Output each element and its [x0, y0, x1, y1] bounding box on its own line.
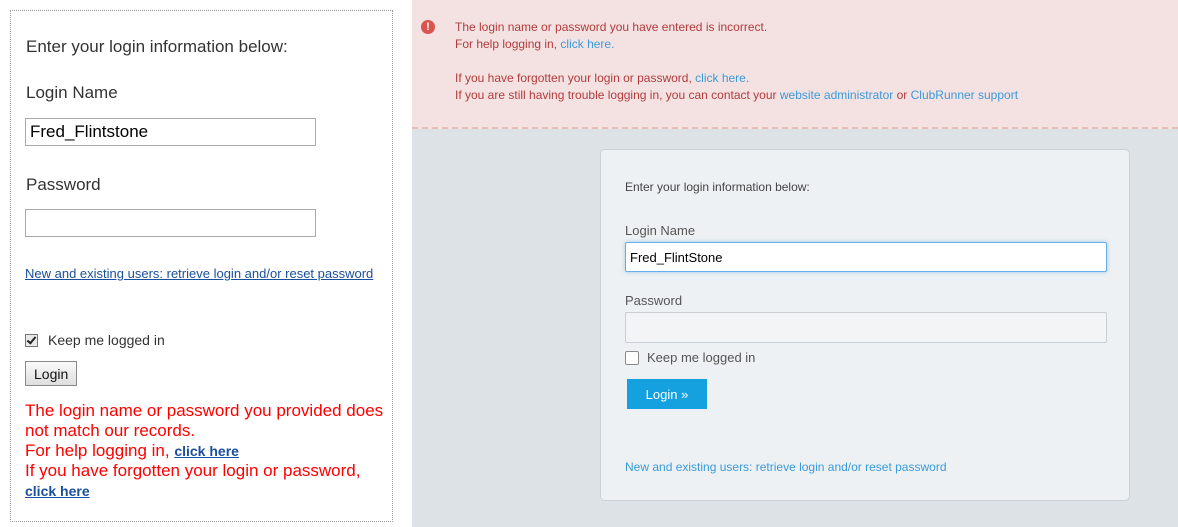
keep-logged-in-label: Keep me logged in	[48, 332, 165, 348]
keep-logged-in-label: Keep me logged in	[647, 350, 756, 365]
password-label: Password	[26, 175, 101, 194]
alert-trouble-line: If you are still having trouble logging …	[455, 87, 1018, 104]
website-admin-link[interactable]: website administrator	[780, 88, 893, 102]
alert-trouble-text: If you are still having trouble logging …	[455, 88, 777, 102]
help-line: For help logging in, click here	[25, 441, 390, 461]
keep-logged-in-row[interactable]: Keep me logged in	[25, 332, 165, 348]
alert-help-line: For help logging in, click here.	[455, 36, 1018, 53]
login-button[interactable]: Login	[25, 361, 78, 386]
new-login-panel: ! The login name or password you have en…	[412, 0, 1178, 527]
login-error-message: The login name or password you provided …	[25, 401, 390, 501]
alert-forgot-link[interactable]: click here.	[695, 71, 749, 85]
alert-forgot-text: If you have forgotten your login or pass…	[455, 71, 692, 85]
login-form-box: Enter your login information below: Logi…	[600, 149, 1130, 501]
help-link[interactable]: click here	[174, 443, 239, 459]
keep-logged-in-checkbox[interactable]	[625, 350, 639, 365]
help-text: For help logging in,	[25, 441, 170, 460]
forgot-text: If you have forgotten your login or pass…	[25, 461, 361, 480]
login-name-label: Login Name	[26, 83, 118, 102]
login-name-label: Login Name	[625, 223, 696, 238]
password-input[interactable]	[625, 312, 1107, 343]
alert-circle-icon: !	[421, 20, 435, 34]
alert-help-text: For help logging in,	[455, 37, 558, 51]
alert-line1: The login name or password you have ente…	[455, 20, 768, 34]
keep-logged-in-checkbox[interactable]	[25, 333, 38, 347]
forgot-line: If you have forgotten your login or pass…	[25, 461, 390, 501]
keep-logged-in-row[interactable]: Keep me logged in	[625, 350, 755, 365]
forgot-link[interactable]: click here	[25, 483, 90, 499]
password-label: Password	[625, 293, 683, 308]
new-users-link[interactable]: New and existing users: retrieve login a…	[625, 460, 947, 474]
login-intro-text: Enter your login information below:	[26, 37, 288, 56]
alert-forgot-line: If you have forgotten your login or pass…	[455, 70, 1018, 87]
login-name-input[interactable]	[25, 118, 316, 146]
alert-help-link[interactable]: click here.	[560, 37, 614, 51]
new-users-link[interactable]: New and existing users: retrieve login a…	[25, 266, 385, 282]
login-name-input[interactable]	[625, 242, 1107, 272]
error-alert: ! The login name or password you have en…	[412, 0, 1178, 129]
alert-or-text: or	[896, 88, 908, 102]
clubrunner-support-link[interactable]: ClubRunner support	[911, 88, 1018, 102]
old-login-panel: Enter your login information below: Logi…	[10, 10, 393, 522]
password-input[interactable]	[25, 209, 316, 237]
error-text: The login name or password you provided …	[25, 401, 384, 440]
alert-text: The login name or password you have ente…	[455, 19, 1018, 104]
login-intro-text: Enter your login information below:	[625, 180, 810, 194]
login-button[interactable]: Login »	[627, 379, 707, 409]
